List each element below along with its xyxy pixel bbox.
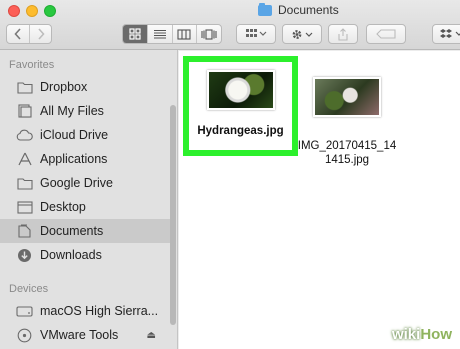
folder-icon — [258, 2, 272, 16]
dropbox-icon — [440, 29, 460, 38]
applications-icon — [16, 152, 33, 166]
file-browser-area: Hydrangeas.jpg IMG_20170415_14 1415.jpg … — [179, 51, 460, 349]
sidebar-item-documents[interactable]: Documents — [0, 219, 170, 243]
cloud-icon — [16, 128, 33, 142]
dropbox-button[interactable] — [432, 24, 460, 44]
sidebar-item-label: Google Drive — [40, 176, 113, 190]
file-thumbnail — [313, 77, 381, 117]
column-view-button[interactable] — [171, 25, 197, 43]
sidebar-item-all-my-files[interactable]: All My Files — [0, 99, 170, 123]
edit-tags-button[interactable] — [366, 24, 406, 44]
close-window-button[interactable] — [8, 5, 20, 17]
sidebar-section-favorites: Favorites — [9, 59, 55, 71]
navigation-buttons — [6, 24, 52, 44]
window-title-text: Documents — [278, 3, 339, 17]
file-item-hydrangeas[interactable]: Hydrangeas.jpg — [183, 56, 298, 156]
sidebar-item-vmware-tools[interactable]: VMware Tools ⏏ — [0, 323, 170, 347]
action-button[interactable] — [282, 24, 322, 44]
sidebar-section-devices: Devices — [9, 283, 49, 295]
sidebar-item-applications[interactable]: Applications — [0, 147, 170, 171]
zoom-window-button[interactable] — [44, 5, 56, 17]
wikihow-watermark: wikiHow — [392, 326, 452, 343]
sidebar-item-label: VMware Tools — [40, 328, 119, 342]
window-title: Documents — [258, 2, 339, 17]
file-item-img[interactable]: IMG_20170415_14 1415.jpg — [298, 69, 396, 167]
file-name: IMG_20170415_14 1415.jpg — [298, 139, 396, 167]
tag-icon — [376, 29, 396, 39]
icon-grid-icon — [129, 28, 141, 40]
chevron-left-icon — [14, 28, 21, 40]
watermark-wiki: wiki — [391, 326, 421, 343]
desktop-icon — [16, 200, 33, 214]
share-icon — [338, 27, 348, 41]
documents-icon — [16, 224, 33, 238]
cover-flow-view-button[interactable] — [196, 25, 221, 43]
folder-icon — [16, 176, 33, 190]
minimize-window-button[interactable] — [26, 5, 38, 17]
sidebar-item-label: All My Files — [40, 104, 104, 118]
sidebar-item-icloud-drive[interactable]: iCloud Drive — [0, 123, 170, 147]
all-files-icon — [16, 104, 33, 118]
file-thumbnail — [206, 70, 275, 110]
arrange-grid-icon — [246, 29, 267, 37]
sidebar-item-label: macOS High Sierra... — [40, 304, 159, 318]
sidebar-item-label: Desktop — [40, 200, 86, 214]
sidebar-item-label: Applications — [40, 152, 108, 166]
back-button[interactable] — [7, 25, 29, 43]
hard-drive-icon — [16, 304, 33, 318]
sidebar-item-dropbox[interactable]: Dropbox — [0, 75, 170, 99]
window-toolbar: Documents — [0, 0, 460, 50]
share-button[interactable] — [328, 24, 358, 44]
sidebar: Favorites Dropbox All My Files iCloud Dr… — [0, 50, 178, 349]
watermark-how: How — [420, 326, 452, 343]
sidebar-item-label: Downloads — [40, 248, 102, 262]
file-name-line-1: IMG_20170415_14 — [297, 140, 397, 152]
gear-icon — [292, 29, 313, 39]
eject-icon[interactable]: ⏏ — [147, 330, 156, 341]
chevron-right-icon — [37, 28, 45, 40]
forward-button[interactable] — [29, 25, 51, 43]
icon-view-button[interactable] — [123, 25, 147, 43]
sidebar-item-downloads[interactable]: Downloads — [0, 243, 170, 267]
disc-icon — [16, 328, 33, 342]
list-icon — [153, 29, 166, 39]
file-name: Hydrangeas.jpg — [197, 125, 284, 137]
cover-flow-icon — [201, 28, 217, 40]
sidebar-item-desktop[interactable]: Desktop — [0, 195, 170, 219]
folder-icon — [16, 80, 33, 94]
file-name-line-2: 1415.jpg — [324, 154, 370, 166]
list-view-button[interactable] — [146, 25, 172, 43]
sidebar-scrollbar[interactable] — [170, 105, 176, 325]
sidebar-item-label: iCloud Drive — [40, 128, 109, 142]
sidebar-item-label: Documents — [40, 224, 104, 238]
columns-icon — [177, 28, 191, 40]
sidebar-item-google-drive[interactable]: Google Drive — [0, 171, 170, 195]
view-mode-control — [122, 24, 222, 44]
arrange-button[interactable] — [236, 24, 276, 44]
sidebar-item-macos-drive[interactable]: macOS High Sierra... — [0, 299, 170, 323]
downloads-icon — [16, 248, 33, 262]
sidebar-item-label: Dropbox — [40, 80, 88, 94]
